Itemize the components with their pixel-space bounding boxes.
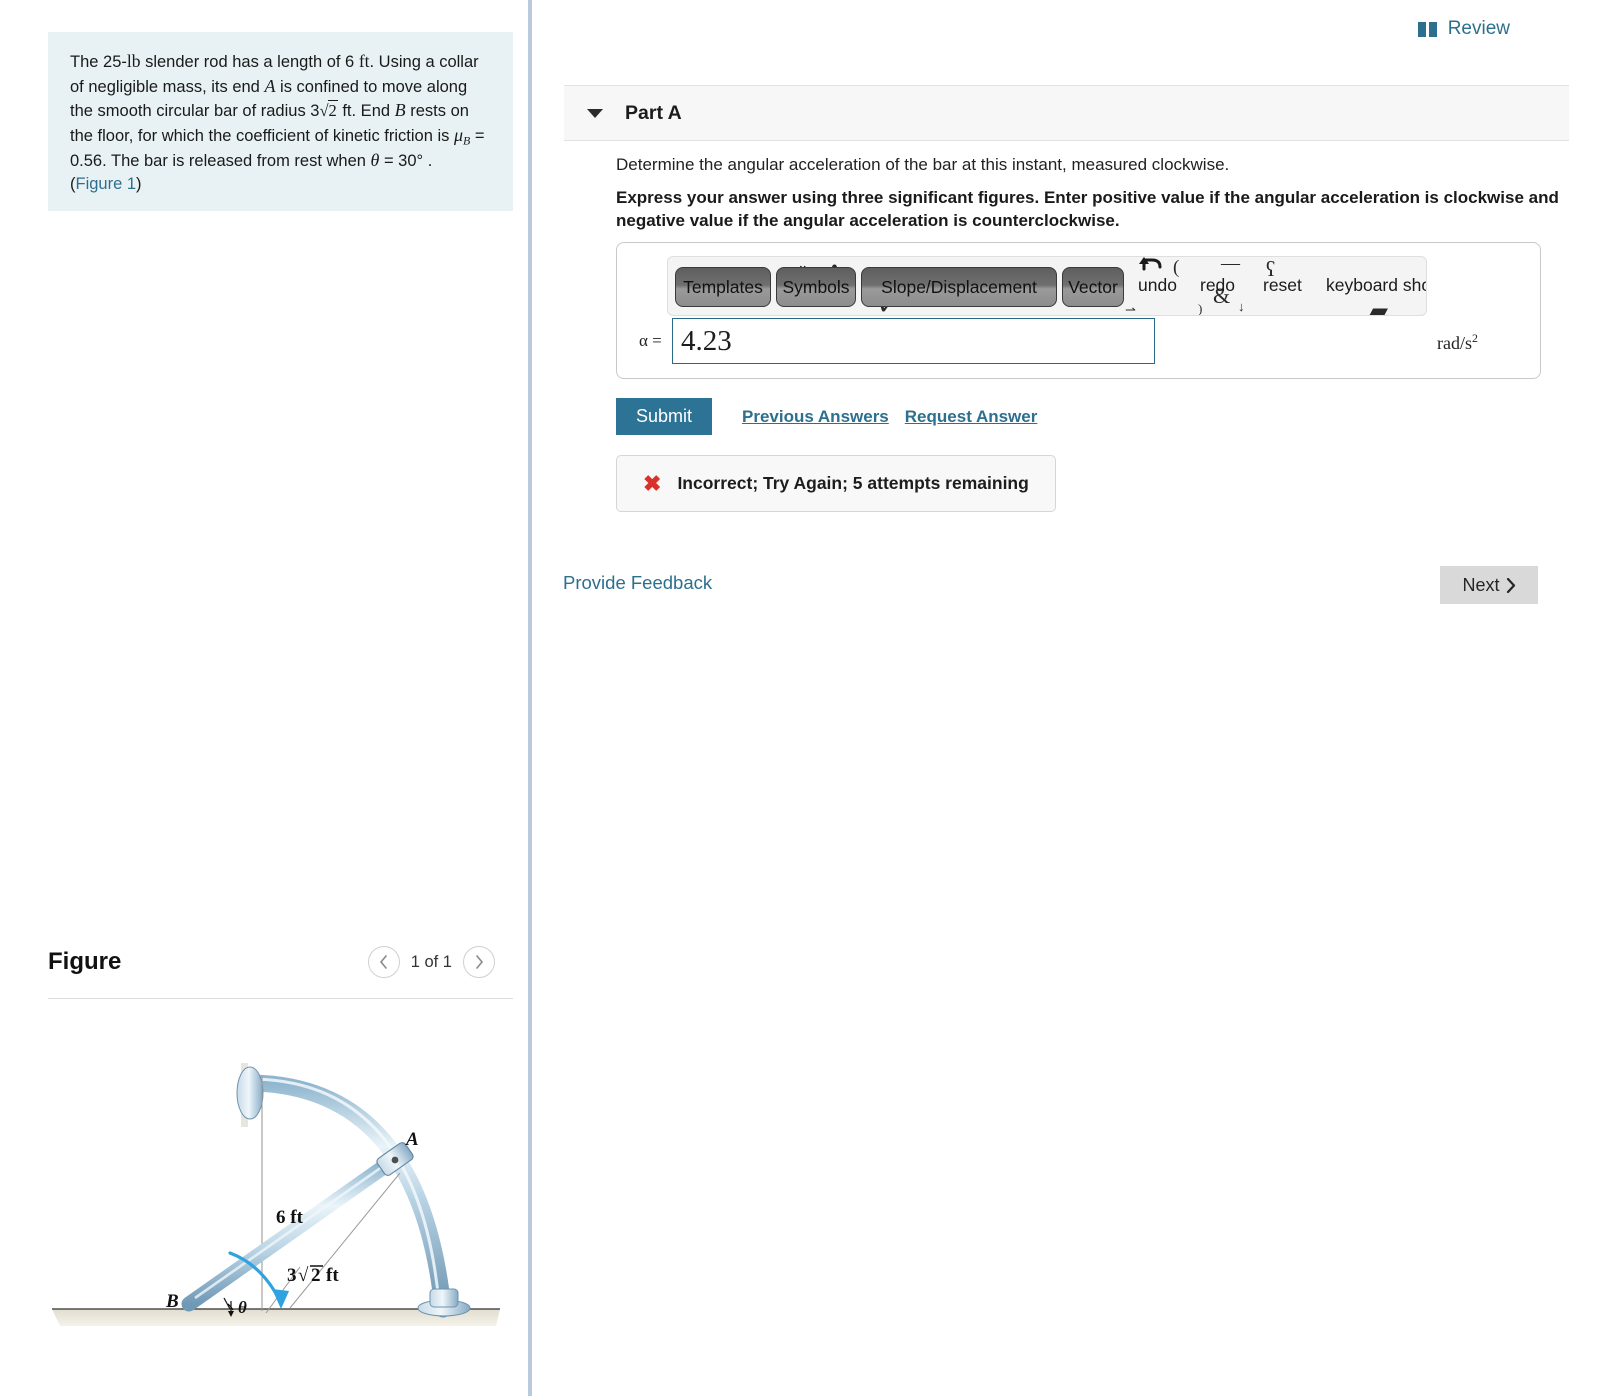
sqrt-radicand: 2: [327, 100, 338, 121]
units-base: rad/s: [1437, 333, 1472, 353]
review-button[interactable]: Review: [1417, 18, 1510, 40]
undo-link[interactable]: undo: [1138, 275, 1177, 296]
figure-divider: [48, 998, 513, 999]
part-a-header[interactable]: Part A: [564, 85, 1569, 141]
chevron-right-icon: [1506, 577, 1515, 593]
incorrect-feedback-banner: ✖ Incorrect; Try Again; 5 attempts remai…: [616, 455, 1056, 512]
left-panel: The 25-lb slender rod has a length of 6 …: [0, 0, 530, 1396]
sqrt-expression: √2: [319, 100, 338, 121]
unit-lb: lb: [126, 51, 141, 71]
figure-pager: 1 of 1: [367, 946, 495, 978]
palette-glyph-artifact-12: ↓: [1238, 299, 1245, 314]
theta-value-text: = 30° .: [379, 152, 433, 171]
unit-ft: ft: [358, 51, 370, 71]
radius-coefficient: 3: [287, 1265, 297, 1286]
figure-header: Figure 1 of 1: [48, 940, 513, 996]
incorrect-message: Incorrect; Try Again; 5 attempts remaini…: [677, 473, 1029, 493]
keyboard-shortcuts-link[interactable]: keyboard shortcuts: [1326, 275, 1426, 296]
answer-variable-label: α =: [639, 331, 662, 350]
submit-button[interactable]: Submit: [616, 398, 712, 435]
book-icon: [1417, 21, 1437, 37]
palette-glyph-artifact-11: ): [1198, 301, 1203, 316]
answer-instructions: Express your answer using three signific…: [616, 188, 1559, 230]
chevron-left-icon: [380, 955, 388, 969]
part-a-title: Part A: [625, 101, 682, 124]
figure-title: Figure: [48, 948, 122, 975]
theta-tick-1: [223, 1297, 231, 1310]
bar-base-collar: [429, 1288, 459, 1308]
error-x-icon: ✖: [643, 470, 662, 496]
answer-card: ↠ • ζ ✓ 𝐶 ⇀ ( ― & ʕ ) ↓ ▰ • Templates Sy…: [616, 242, 1541, 379]
palette-glyph-artifact-13: ▰: [1368, 297, 1388, 316]
palette-glyph-artifact-6: ⇀: [1125, 302, 1136, 316]
palette-glyph-artifact-8: ―: [1221, 256, 1240, 274]
problem-text-e: ft. End: [337, 102, 395, 121]
rotation-arrow-head: [272, 1289, 289, 1309]
answer-units: rad/s2: [1437, 331, 1478, 354]
mu-symbol: μ: [453, 124, 464, 145]
chevron-right-icon: [475, 955, 483, 969]
label-point-b: B: [394, 100, 406, 121]
templates-button[interactable]: Templates: [675, 267, 771, 307]
radius-sqrt-glyph: √: [298, 1265, 309, 1286]
figure-image[interactable]: A B θ 6 ft 3 √ 2 ft: [48, 1021, 513, 1396]
provide-feedback-link[interactable]: Provide Feedback: [563, 572, 712, 594]
figure-page-count: 1 of 1: [410, 952, 452, 971]
math-editor-toolbar: ↠ • ζ ✓ 𝐶 ⇀ ( ― & ʕ ) ↓ ▰ • Templates Sy…: [667, 256, 1427, 316]
problem-text-b: slender rod has a length of 6: [140, 53, 359, 71]
figure-label-length: 6 ft: [276, 1207, 304, 1228]
figure-label-theta: θ: [238, 1298, 247, 1317]
next-button-label: Next: [1462, 574, 1500, 595]
symbols-button[interactable]: Symbols: [776, 267, 856, 307]
question-prompt: Determine the angular acceleration of th…: [616, 155, 1230, 174]
review-label: Review: [1447, 18, 1510, 39]
figure-next-button[interactable]: [463, 946, 495, 978]
page-root: The 25-lb slender rod has a length of 6 …: [0, 0, 1622, 1396]
next-button[interactable]: Next: [1440, 566, 1538, 604]
figure-label-b: B: [165, 1291, 179, 1312]
answer-value: 4.23: [681, 324, 732, 357]
figure-section: Figure 1 of 1 A B θ 6 ft 3 √ 2 ft: [48, 940, 513, 1396]
undo-arrow-icon[interactable]: [1138, 256, 1164, 277]
previous-answers-link[interactable]: Previous Answers: [742, 407, 889, 427]
label-point-a: A: [264, 75, 276, 96]
radius-unit: ft: [326, 1265, 339, 1286]
right-panel: Review Part A Determine the angular acce…: [532, 0, 1622, 1396]
figure-label-a: A: [405, 1129, 419, 1150]
caret-down-icon[interactable]: [587, 108, 603, 118]
wall-mount: [236, 1066, 264, 1120]
problem-text-a: The 25-: [70, 53, 127, 71]
mechanics-diagram: A B θ 6 ft 3 √ 2 ft: [52, 1063, 500, 1326]
figure-link-close: ): [136, 174, 142, 193]
problem-statement: The 25-lb slender rod has a length of 6 …: [48, 32, 513, 212]
figure-prev-button[interactable]: [367, 946, 400, 978]
reset-link[interactable]: reset: [1263, 275, 1302, 296]
radius-radicand: 2: [311, 1265, 321, 1286]
slope-displacement-button[interactable]: Slope/Displacement: [861, 267, 1057, 307]
submit-row: Submit Previous Answers Request Answer: [616, 398, 1037, 435]
vector-button[interactable]: Vector: [1062, 267, 1124, 307]
figure-1-link[interactable]: Figure 1: [76, 175, 137, 193]
answer-input[interactable]: 4.23: [672, 318, 1155, 364]
redo-link[interactable]: redo: [1200, 275, 1235, 296]
units-exponent: 2: [1472, 331, 1478, 345]
request-answer-link[interactable]: Request Answer: [905, 407, 1038, 427]
figure-label-radius: 3 √ 2 ft: [287, 1265, 339, 1286]
